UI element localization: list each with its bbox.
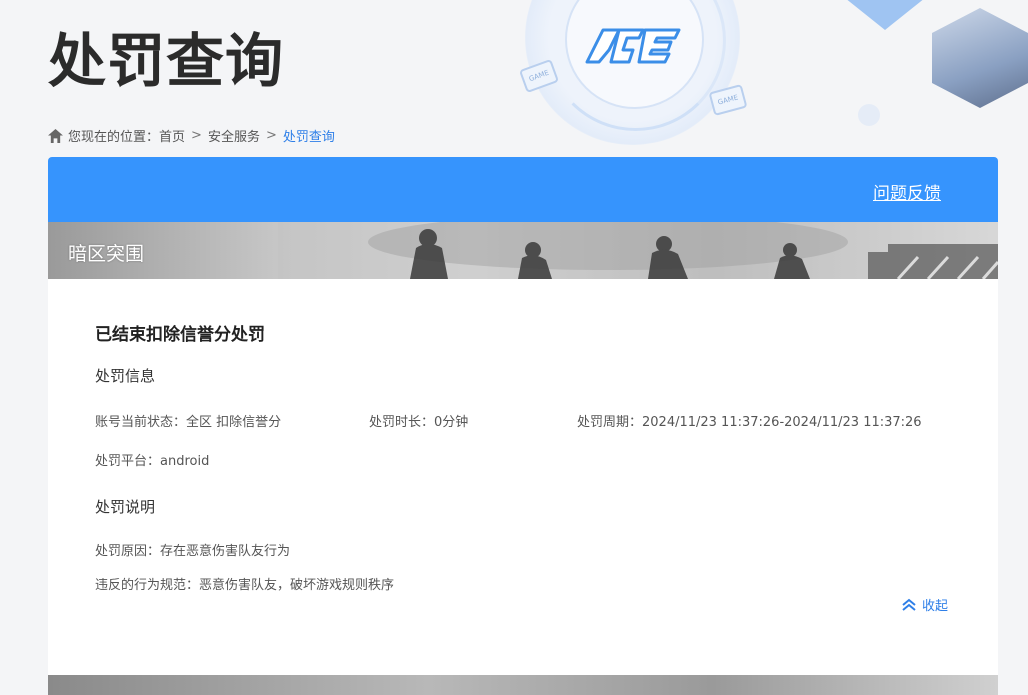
next-penalty-card: [48, 637, 998, 695]
breadcrumb-separator: >: [265, 128, 277, 143]
collapse-button[interactable]: 收起: [901, 595, 948, 614]
duration-field: 处罚时长：0分钟: [369, 415, 469, 430]
breadcrumb-current: 处罚查询: [282, 130, 335, 145]
penalty-desc-heading: 处罚说明: [95, 498, 156, 516]
header-decoration-dot: [858, 104, 880, 126]
penalty-info-heading: 处罚信息: [95, 367, 156, 385]
feedback-link[interactable]: 问题反馈: [873, 179, 941, 204]
breadcrumb-security-link[interactable]: 安全服务: [208, 126, 260, 145]
character-art-image: [932, 8, 1028, 108]
period-field: 处罚周期：2024/11/23 11:37:26-2024/11/23 11:3…: [577, 415, 922, 430]
account-status-field: 账号当前状态：全区 扣除信誉分: [95, 415, 282, 430]
breadcrumb-prefix: 您现在的位置：: [68, 130, 160, 145]
ace-logo: [583, 22, 683, 74]
reason-field: 处罚原因：存在恶意伤害队友行为: [95, 544, 291, 559]
next-game-banner: [48, 675, 998, 695]
game-banner-image: [278, 222, 998, 279]
collapse-label: 收起: [922, 599, 949, 614]
game-name: 暗区突围: [68, 243, 145, 265]
breadcrumb-home-link[interactable]: 首页: [159, 126, 185, 145]
home-icon: [48, 128, 63, 143]
breadcrumb: 您现在的位置： 首页 > 安全服务 > 处罚查询: [48, 126, 335, 145]
platform-field: 处罚平台：android: [95, 454, 210, 469]
page-title: 处罚查询: [48, 27, 285, 95]
penalty-title: 已结束扣除信誉分处罚: [95, 325, 265, 345]
chevron-double-up-icon: [902, 598, 916, 611]
toolbar: 问题反馈: [48, 157, 998, 222]
breadcrumb-separator: >: [191, 128, 202, 143]
violation-field: 违反的行为规范：恶意伤害队友，破坏游戏规则秩序: [95, 578, 395, 593]
header-decoration-triangle: [835, 0, 935, 30]
penalty-card: 已结束扣除信誉分处罚 处罚信息 账号当前状态：全区 扣除信誉分 处罚时长：0分钟…: [48, 279, 998, 638]
game-banner: 暗区突围: [48, 222, 998, 279]
